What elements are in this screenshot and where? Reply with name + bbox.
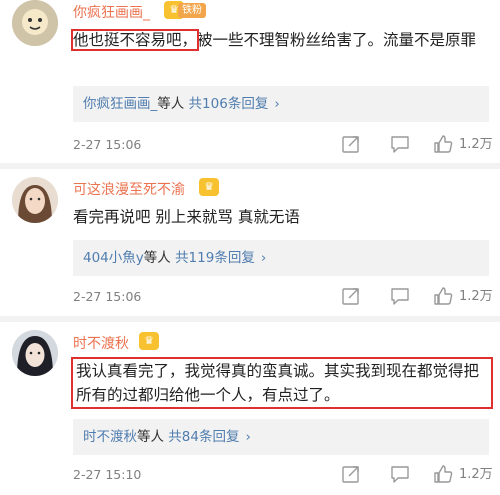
share-icon[interactable] <box>340 285 362 307</box>
timestamp: 2-27 15:06 <box>73 289 142 304</box>
fan-badge: 铁粉 <box>178 3 206 18</box>
timestamp: 2-27 15:10 <box>73 467 142 482</box>
reply-username[interactable]: 404小魚y <box>83 250 144 266</box>
avatar[interactable] <box>12 330 58 376</box>
reply-count[interactable]: 共119条回复 <box>175 250 255 266</box>
reply-summary[interactable]: 时不渡秋等人 共84条回复 › <box>73 419 489 455</box>
chevron-right-icon: › <box>274 96 280 112</box>
thumb-up-icon[interactable] <box>432 285 454 307</box>
reply-username[interactable]: 你疯狂画画_ <box>83 96 157 112</box>
chevron-right-icon: › <box>260 250 267 266</box>
comment-text-rest: 被一些不理智粉丝给害了。流量不是原罪 <box>197 31 477 49</box>
crown-icon: ♛ <box>199 178 219 196</box>
chevron-right-icon: › <box>245 429 251 445</box>
like-count: 1.2万 <box>459 467 493 482</box>
reply-summary[interactable]: 404小魚y等人 共119条回复 › <box>73 240 489 276</box>
comment-item: 时不渡秋 ♛ 我认真看完了，我觉得真的蛮真诚。其实我到现在都觉得把所有的过都归给… <box>0 322 500 495</box>
avatar[interactable] <box>12 177 58 223</box>
username[interactable]: 时不渡秋 <box>73 333 129 353</box>
thumb-up-icon[interactable] <box>432 133 454 155</box>
comment-icon[interactable] <box>389 463 411 485</box>
comment-text: 看完再说吧 别上来就骂 真就无语 <box>73 208 300 226</box>
share-icon[interactable] <box>340 133 362 155</box>
comment-footer: 2-27 15:10 1.2万 <box>0 463 500 487</box>
username[interactable]: 你疯狂画画_ <box>73 2 150 22</box>
share-icon[interactable] <box>340 463 362 485</box>
avatar[interactable] <box>12 0 58 46</box>
thumb-up-icon[interactable] <box>432 463 454 485</box>
reply-summary[interactable]: 你疯狂画画_等人 共106条回复 › <box>73 86 489 122</box>
reply-others-label: 等人 <box>137 429 164 445</box>
reply-others-label: 等人 <box>143 250 171 266</box>
comment-footer: 2-27 15:06 1.2万 <box>0 133 500 157</box>
username[interactable]: 可这浪漫至死不渝 <box>73 179 185 199</box>
reply-username[interactable]: 时不渡秋 <box>83 429 137 445</box>
comment-text: 他也挺不容易吧，被一些不理智粉丝给害了。流量不是原罪 <box>70 28 493 52</box>
crown-icon: ♛ <box>139 332 159 350</box>
like-count: 1.2万 <box>459 137 493 152</box>
comment-footer: 2-27 15:06 1.2万 <box>0 285 500 309</box>
comment-item: 你疯狂画画_ ♛ 铁粉 他也挺不容易吧，被一些不理智粉丝给害了。流量不是原罪 你… <box>0 0 500 160</box>
reply-count[interactable]: 共106条回复 <box>189 96 269 112</box>
comment-icon[interactable] <box>389 285 411 307</box>
comment-text: 我认真看完了，我觉得真的蛮真诚。其实我到现在都觉得把所有的过都归给他一个人，有点… <box>71 357 493 409</box>
comment-item: 可这浪漫至死不渝 ♛ 看完再说吧 别上来就骂 真就无语 404小魚y等人 共11… <box>0 169 500 319</box>
comment-icon[interactable] <box>389 133 411 155</box>
like-count: 1.2万 <box>459 289 493 304</box>
reply-others-label: 等人 <box>157 96 185 112</box>
reply-count[interactable]: 共84条回复 <box>168 429 239 445</box>
timestamp: 2-27 15:06 <box>73 137 142 152</box>
highlighted-text: 他也挺不容易吧， <box>70 29 200 51</box>
